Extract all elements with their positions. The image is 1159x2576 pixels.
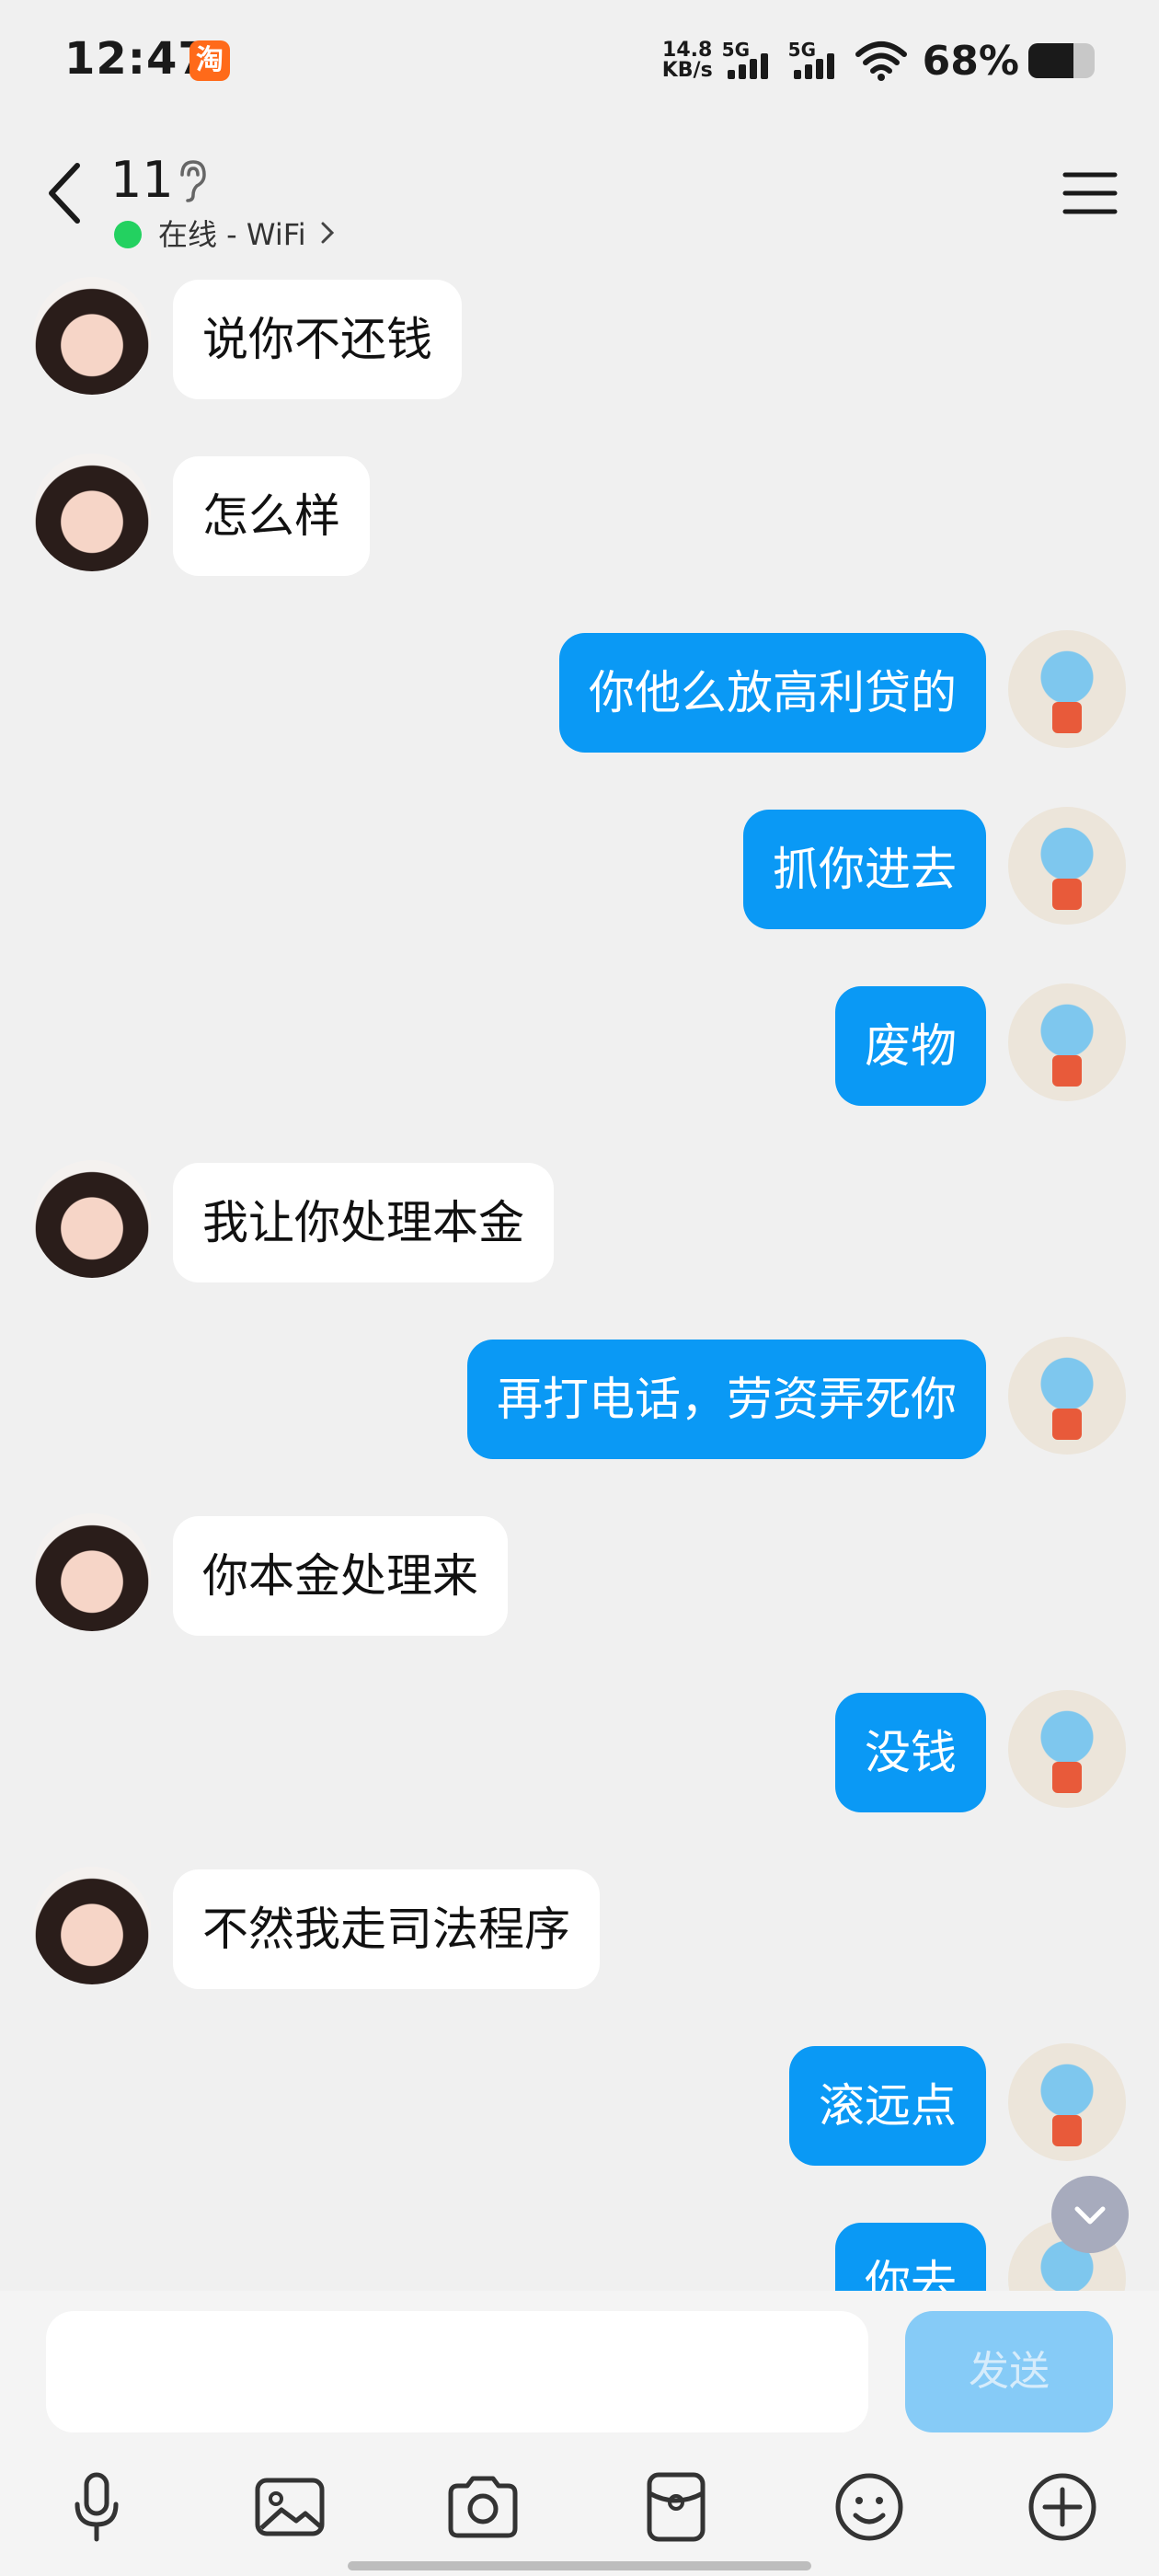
network-speed-value: 14.8 xyxy=(662,39,713,62)
red-packet-icon[interactable] xyxy=(635,2466,717,2548)
sim1-signal-icon: 5G xyxy=(722,39,779,83)
sent-message: 废物 xyxy=(0,979,1159,1106)
received-message: 不然我走司法程序 xyxy=(0,1862,1159,1989)
message-list[interactable]: 说你不还钱怎么样你他么放高利贷的抓你进去废物我让你处理本金再打电话，劳资弄死你你… xyxy=(0,267,1159,2291)
status-bar: 12:47 淘 14.8 KB/s 5G 5G 68% xyxy=(0,0,1159,129)
my-avatar[interactable] xyxy=(1008,983,1126,1101)
received-message: 我让你处理本金 xyxy=(0,1156,1159,1282)
received-message: 怎么样 xyxy=(0,449,1159,576)
message-bubble[interactable]: 没钱 xyxy=(835,1693,986,1812)
my-avatar[interactable] xyxy=(1008,807,1126,925)
message-bubble[interactable]: 说你不还钱 xyxy=(173,280,462,399)
message-bubble[interactable]: 再打电话，劳资弄死你 xyxy=(467,1340,986,1459)
sim2-signal-icon: 5G xyxy=(788,39,845,83)
message-bubble[interactable]: 滚远点 xyxy=(789,2046,986,2166)
message-bubble[interactable]: 你去 xyxy=(835,2223,986,2291)
home-indicator[interactable] xyxy=(348,2561,811,2570)
wifi-icon xyxy=(855,41,907,81)
battery-percent: 68% xyxy=(922,37,1019,85)
received-message: 说你不还钱 xyxy=(0,272,1159,399)
status-indicators: 14.8 KB/s 5G 5G 68% xyxy=(662,35,1095,86)
send-button[interactable]: 发送 xyxy=(905,2311,1113,2432)
message-bubble[interactable]: 不然我走司法程序 xyxy=(173,1869,600,1989)
chevron-down-icon xyxy=(1074,2206,1106,2225)
message-bubble[interactable]: 我让你处理本金 xyxy=(173,1163,554,1282)
contact-avatar[interactable] xyxy=(33,1867,151,1984)
message-bubble[interactable]: 废物 xyxy=(835,986,986,1106)
sent-message: 抓你进去 xyxy=(0,802,1159,929)
status-time: 12:47 xyxy=(64,33,210,85)
online-status-dot xyxy=(114,221,142,248)
back-icon[interactable] xyxy=(37,156,101,230)
contact-avatar[interactable] xyxy=(33,454,151,571)
input-toolbar xyxy=(0,2466,1159,2558)
sent-message: 没钱 xyxy=(0,1685,1159,1812)
my-avatar[interactable] xyxy=(1008,630,1126,748)
image-icon[interactable] xyxy=(248,2466,331,2548)
message-bubble[interactable]: 怎么样 xyxy=(173,456,370,576)
chevron-right-icon[interactable] xyxy=(318,219,337,247)
my-avatar[interactable] xyxy=(1008,1337,1126,1455)
network-speed-unit: KB/s xyxy=(661,59,713,82)
online-status-text[interactable]: 在线 - WiFi xyxy=(158,212,306,254)
emoji-icon[interactable] xyxy=(828,2466,911,2548)
network-speed: 14.8 KB/s xyxy=(662,40,713,81)
message-bubble[interactable]: 你他么放高利贷的 xyxy=(559,633,986,753)
plus-icon[interactable] xyxy=(1021,2466,1104,2548)
my-avatar[interactable] xyxy=(1008,1690,1126,1808)
my-avatar[interactable] xyxy=(1008,2043,1126,2161)
sent-message: 再打电话，劳资弄死你 xyxy=(0,1332,1159,1459)
sent-message: 滚远点 xyxy=(0,2039,1159,2166)
sent-message: 你去 xyxy=(0,2215,1159,2291)
chat-title[interactable]: 11 xyxy=(110,151,174,209)
received-message: 你本金处理来 xyxy=(0,1509,1159,1636)
sent-message: 你他么放高利贷的 xyxy=(0,626,1159,753)
message-input[interactable] xyxy=(46,2311,868,2432)
input-area: 发送 xyxy=(0,2291,1159,2576)
contact-avatar[interactable] xyxy=(33,1160,151,1278)
message-bubble[interactable]: 你本金处理来 xyxy=(173,1516,508,1636)
scroll-to-bottom-button[interactable] xyxy=(1051,2176,1129,2253)
ear-icon xyxy=(180,160,206,202)
contact-avatar[interactable] xyxy=(33,277,151,395)
contact-avatar[interactable] xyxy=(33,1513,151,1631)
menu-icon[interactable] xyxy=(1058,166,1122,221)
taobao-app-icon: 淘 xyxy=(189,40,230,81)
camera-icon[interactable] xyxy=(442,2466,524,2548)
microphone-icon[interactable] xyxy=(55,2466,138,2548)
chat-header: 11 在线 - WiFi xyxy=(0,138,1159,267)
message-bubble[interactable]: 抓你进去 xyxy=(743,810,986,929)
battery-icon xyxy=(1028,43,1095,78)
